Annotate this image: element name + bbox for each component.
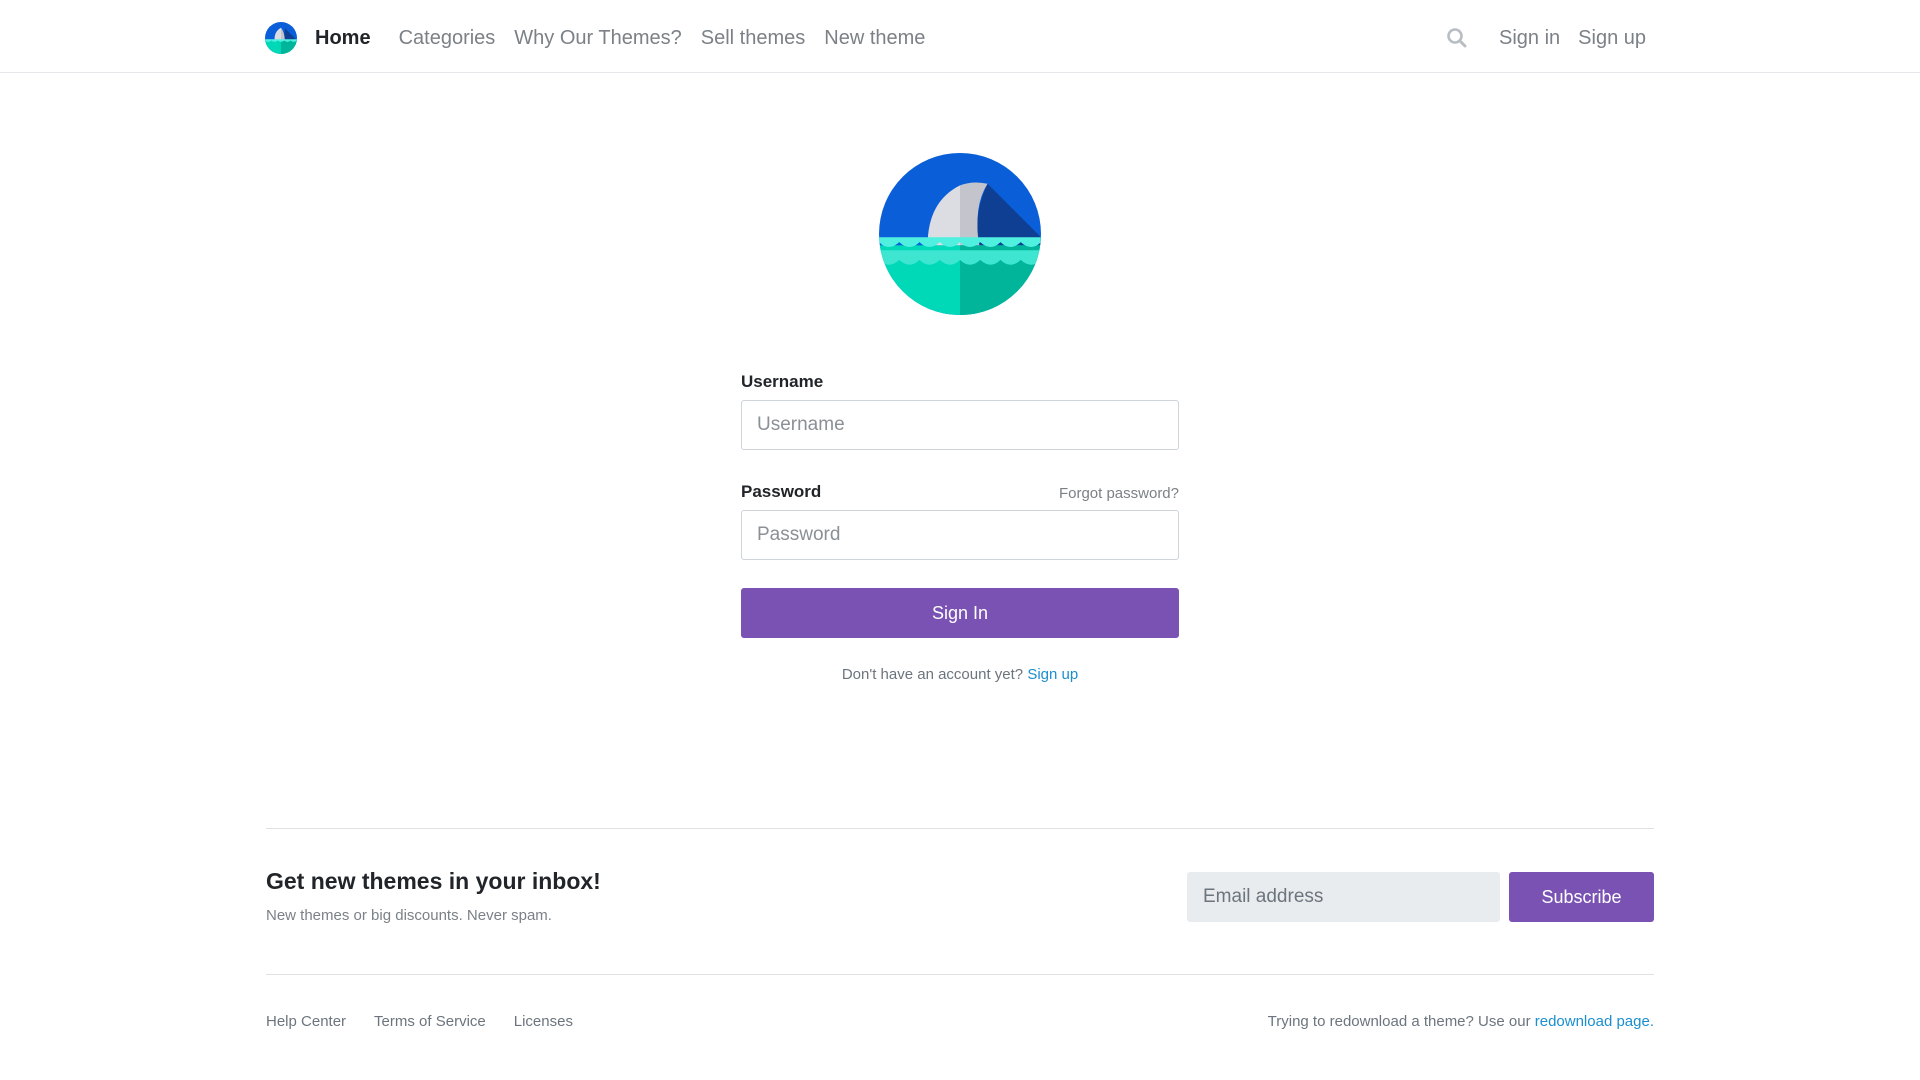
forgot-password-link[interactable]: Forgot password?: [1059, 485, 1179, 502]
password-input[interactable]: [741, 510, 1179, 560]
footer-licenses-link[interactable]: Licenses: [514, 1013, 573, 1030]
username-input[interactable]: [741, 400, 1179, 450]
signup-prompt: Don't have an account yet? Sign up: [741, 666, 1179, 683]
subscribe-button[interactable]: Subscribe: [1509, 872, 1654, 922]
sign-in-button[interactable]: Sign In: [741, 588, 1179, 638]
signup-link[interactable]: Sign up: [1027, 666, 1078, 683]
footer-terms-link[interactable]: Terms of Service: [374, 1013, 486, 1030]
password-label: Password: [741, 482, 822, 501]
username-label: Username: [741, 372, 824, 391]
main-nav: Home Categories Why Our Themes? Sell the…: [315, 22, 944, 54]
nav-home-link[interactable]: Home: [315, 27, 371, 50]
footer-help-center-link[interactable]: Help Center: [266, 1013, 346, 1030]
newsletter-subtitle: New themes or big discounts. Never spam.: [266, 907, 552, 924]
newsletter-email-input[interactable]: [1187, 872, 1500, 922]
nav-why-our-themes-link[interactable]: Why Our Themes?: [514, 27, 681, 50]
nav-categories-link[interactable]: Categories: [399, 27, 496, 50]
brand-logo-icon[interactable]: [265, 22, 297, 54]
top-navbar: Home Categories Why Our Themes? Sell the…: [0, 0, 1920, 73]
redownload-note: Trying to redownload a theme? Use our re…: [1268, 1013, 1654, 1030]
header-sign-in-link[interactable]: Sign in: [1499, 27, 1560, 50]
redownload-text: Trying to redownload a theme? Use our: [1267, 1013, 1531, 1030]
newsletter-title: Get new themes in your inbox!: [266, 868, 601, 894]
nav-new-theme-link[interactable]: New theme: [824, 27, 925, 50]
sign-in-form: Username Password Forgot password? Sign …: [741, 372, 1179, 683]
redownload-page-link[interactable]: redownload page.: [1535, 1013, 1654, 1030]
brand-logo-large-icon: [879, 153, 1041, 315]
no-account-text: Don't have an account yet?: [841, 666, 1024, 683]
header-sign-up-link[interactable]: Sign up: [1578, 27, 1646, 50]
auth-links: Sign in Sign up: [1481, 22, 1646, 54]
footer-links: Help Center Terms of Service Licenses: [266, 1013, 601, 1030]
divider: [266, 828, 1654, 829]
search-icon[interactable]: [1445, 26, 1469, 50]
nav-sell-themes-link[interactable]: Sell themes: [701, 27, 806, 50]
divider: [266, 974, 1654, 975]
